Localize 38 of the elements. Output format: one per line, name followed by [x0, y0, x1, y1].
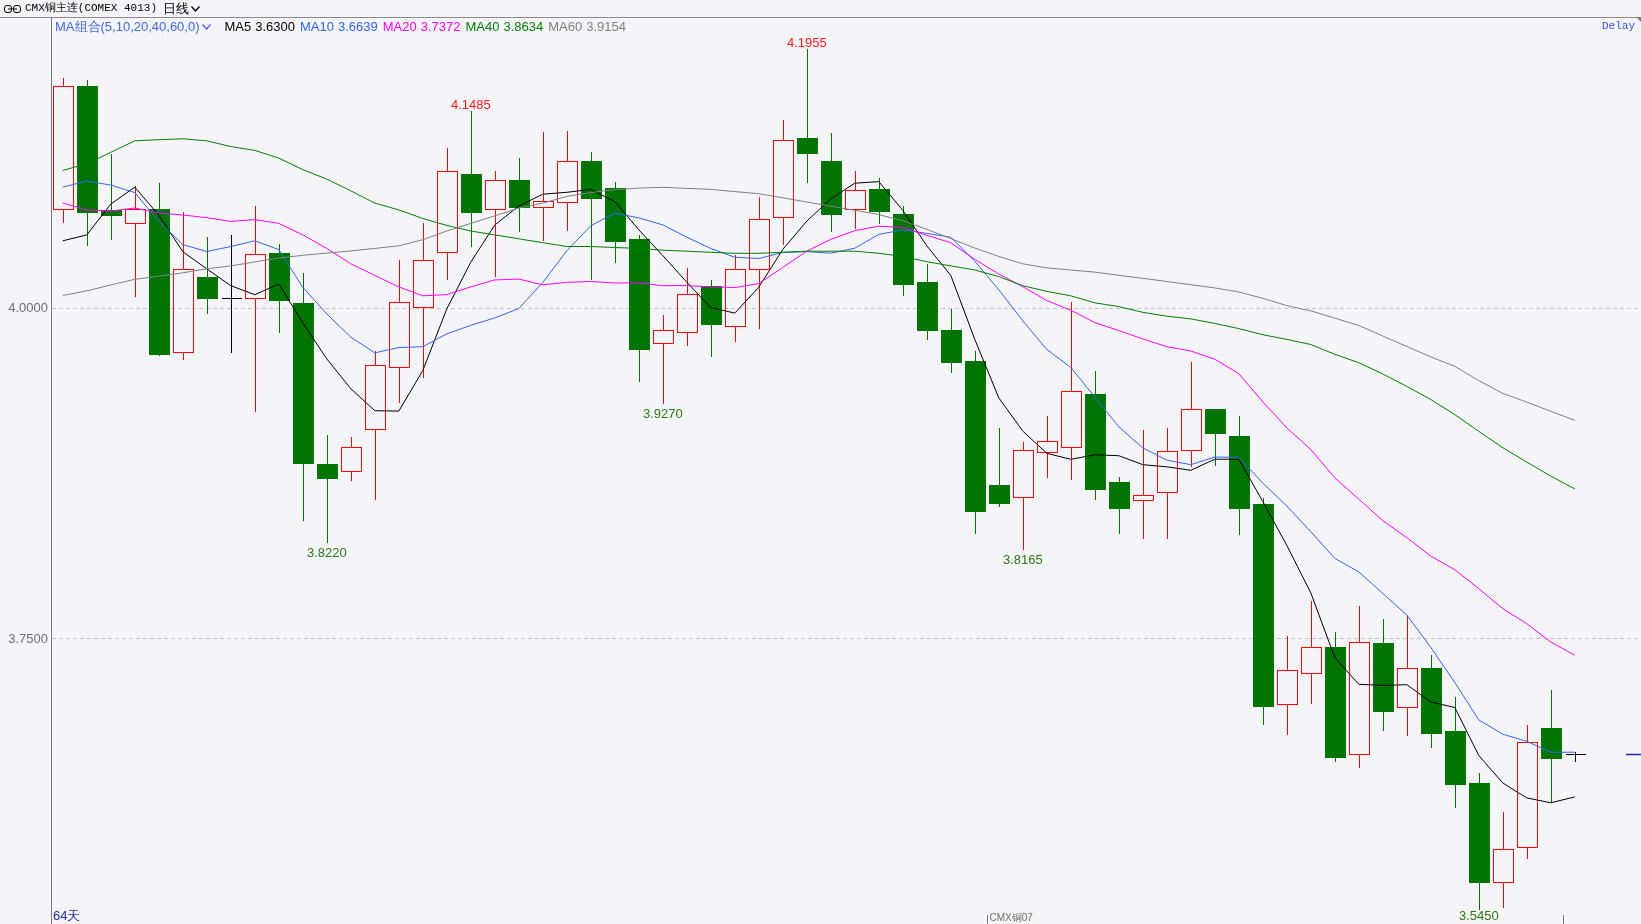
- y-axis-label: 3.7500: [8, 630, 48, 646]
- y-axis-label: 4.0000: [8, 300, 48, 316]
- ma-label: MA60: [548, 18, 583, 35]
- ma-value: 3.6300: [255, 18, 296, 35]
- high-price-label: 4.1485: [450, 97, 491, 113]
- period-dropdown[interactable]: 日线: [163, 0, 201, 17]
- axis-tick: [1563, 914, 1564, 924]
- candlestick: [341, 436, 362, 482]
- ma-label: MA20: [382, 18, 417, 35]
- contract-label: CMX铜07: [989, 912, 1033, 923]
- low-price-label: 3.8165: [1002, 552, 1043, 568]
- day-count-label: 64天: [53, 908, 81, 923]
- axis-tick: [987, 914, 988, 924]
- symbol-title: CMX铜主连(COMEX 4013): [25, 1, 158, 16]
- candlestick: [845, 170, 866, 230]
- delay-label: Delay: [1602, 19, 1635, 34]
- ma-label: MA10: [300, 18, 334, 35]
- ma-value: 3.7372: [420, 18, 461, 35]
- candlestick: [1205, 408, 1226, 467]
- caret-icon: [201, 23, 211, 30]
- ma-value: 3.6639: [338, 18, 378, 35]
- candlestick: [941, 308, 962, 374]
- candlestick: [1109, 476, 1130, 535]
- ma-value: 3.8634: [503, 18, 544, 35]
- last-price-marker: [1625, 753, 1641, 756]
- low-price-label: 3.8220: [306, 545, 347, 561]
- candlestick: [1037, 415, 1058, 479]
- ma-value: 3.9154: [586, 18, 626, 35]
- link-icon[interactable]: [4, 4, 21, 13]
- caret-icon: [191, 5, 201, 12]
- candlestick: [869, 177, 890, 225]
- doji-candlestick: [1565, 751, 1586, 763]
- low-price-label: 3.9270: [642, 406, 683, 422]
- ma-label: MA5: [224, 18, 252, 35]
- ma-label: MA40: [465, 18, 500, 35]
- low-price-label: 3.5450: [1458, 908, 1499, 923]
- high-price-label: 4.1955: [786, 35, 827, 51]
- indicator-dropdown[interactable]: MA组合(5,10,20,40,60,0): [55, 18, 211, 35]
